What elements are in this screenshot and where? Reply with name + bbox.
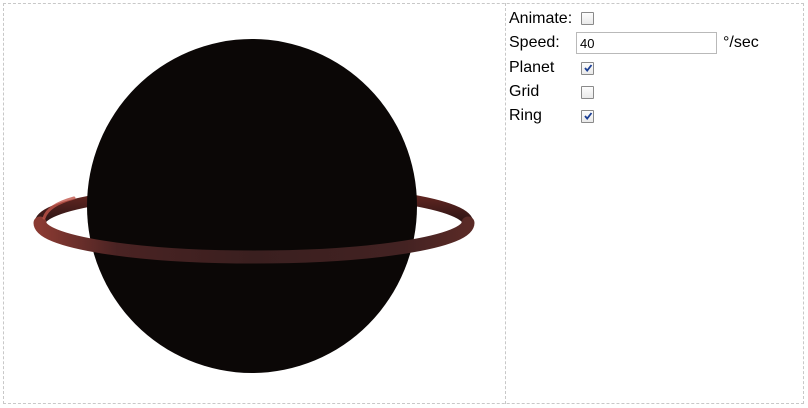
checkmark-icon bbox=[584, 112, 593, 121]
3d-viewport[interactable] bbox=[4, 4, 504, 403]
ring-checkbox[interactable] bbox=[581, 110, 594, 123]
planet-checkbox[interactable] bbox=[581, 62, 594, 75]
checkmark-icon bbox=[584, 64, 593, 73]
animate-label: Animate: bbox=[509, 10, 573, 27]
grid-checkbox[interactable] bbox=[581, 86, 594, 99]
controls-panel: Animate: Speed: °/sec Planet Grid Ring bbox=[509, 8, 799, 398]
grid-label: Grid bbox=[509, 83, 540, 100]
speed-unit: °/sec bbox=[723, 34, 759, 51]
planet-scene bbox=[33, 39, 475, 373]
animate-checkbox[interactable] bbox=[581, 12, 594, 25]
ring-label: Ring bbox=[509, 107, 542, 124]
planet-label: Planet bbox=[509, 59, 555, 76]
speed-label: Speed: bbox=[509, 34, 560, 51]
panel-divider bbox=[505, 3, 506, 404]
planet bbox=[87, 39, 417, 373]
speed-input[interactable] bbox=[576, 32, 717, 54]
